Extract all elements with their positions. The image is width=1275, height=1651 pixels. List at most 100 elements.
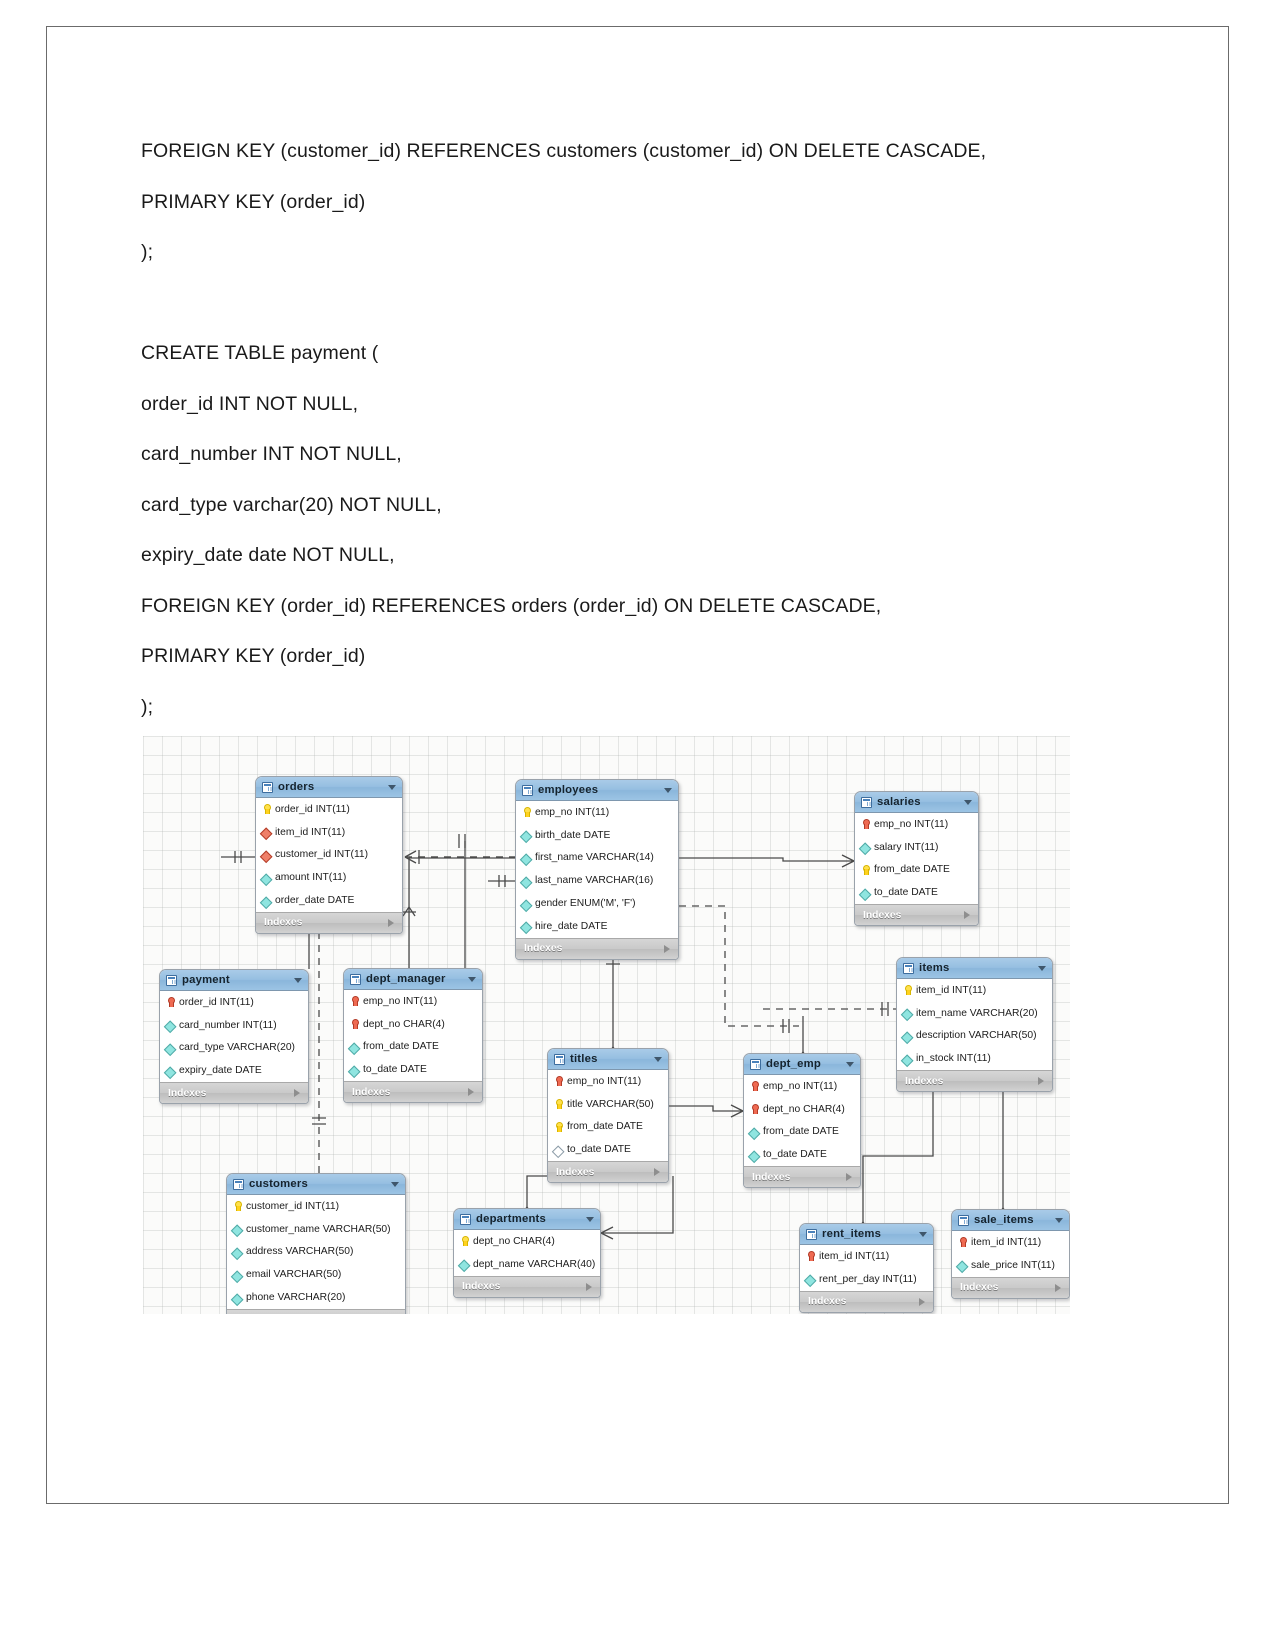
chevron-down-icon[interactable] bbox=[586, 1216, 594, 1222]
expand-right-icon[interactable] bbox=[964, 911, 970, 920]
er-table-header[interactable]: items bbox=[897, 958, 1052, 979]
er-field-row[interactable]: dept_no CHAR(4) bbox=[344, 1013, 482, 1036]
expand-right-icon[interactable] bbox=[388, 918, 394, 927]
er-diagram-canvas[interactable]: orders order_id INT(11) item_id INT(11) cus… bbox=[143, 736, 1070, 1314]
er-field-row[interactable]: order_id INT(11) bbox=[160, 991, 308, 1014]
er-table-header[interactable]: customers bbox=[227, 1174, 405, 1195]
er-field-row[interactable]: last_name VARCHAR(16) bbox=[516, 869, 678, 892]
er-field-row[interactable]: emp_no INT(11) bbox=[516, 801, 678, 824]
er-field-row[interactable]: from_date DATE bbox=[744, 1121, 860, 1144]
er-table-header[interactable]: titles bbox=[548, 1049, 668, 1070]
expand-right-icon[interactable] bbox=[919, 1297, 925, 1306]
er-field-row[interactable]: in_stock INT(11) bbox=[897, 1047, 1052, 1070]
er-field-row[interactable]: from_date DATE bbox=[344, 1036, 482, 1059]
er-field-row[interactable]: sale_price INT(11) bbox=[952, 1254, 1069, 1277]
expand-right-icon[interactable] bbox=[468, 1088, 474, 1097]
er-field-row[interactable]: rent_per_day INT(11) bbox=[800, 1268, 933, 1291]
er-table-indexes-section[interactable]: Indexes bbox=[344, 1081, 482, 1103]
chevron-down-icon[interactable] bbox=[1055, 1217, 1063, 1223]
er-table-header[interactable]: employees bbox=[516, 780, 678, 801]
er-field-row[interactable]: address VARCHAR(50) bbox=[227, 1241, 405, 1264]
er-field-row[interactable]: email VARCHAR(50) bbox=[227, 1263, 405, 1286]
er-field-row[interactable]: order_date DATE bbox=[256, 889, 402, 912]
er-table-items[interactable]: items item_id INT(11) item_name VARCHAR(20… bbox=[896, 957, 1053, 1093]
chevron-down-icon[interactable] bbox=[664, 787, 672, 793]
er-table-indexes-section[interactable]: Indexes bbox=[256, 911, 402, 933]
er-table-indexes-section[interactable]: Indexes bbox=[952, 1276, 1069, 1298]
er-field-row[interactable]: phone VARCHAR(20) bbox=[227, 1286, 405, 1309]
er-field-row[interactable]: dept_no CHAR(4) bbox=[454, 1230, 600, 1253]
chevron-down-icon[interactable] bbox=[654, 1056, 662, 1062]
er-field-row[interactable]: dept_no CHAR(4) bbox=[744, 1098, 860, 1121]
er-table-sale_items[interactable]: sale_items item_id INT(11) sale_price INT(… bbox=[951, 1209, 1070, 1299]
er-table-indexes-section[interactable]: Indexes bbox=[744, 1166, 860, 1188]
er-field-row[interactable]: item_id INT(11) bbox=[952, 1231, 1069, 1254]
er-field-row[interactable]: amount INT(11) bbox=[256, 866, 402, 889]
er-table-customers[interactable]: customers customer_id INT(11) customer_nam… bbox=[226, 1173, 406, 1314]
er-table-indexes-section[interactable]: Indexes bbox=[800, 1290, 933, 1312]
er-field-row[interactable]: order_id INT(11) bbox=[256, 798, 402, 821]
er-field-row[interactable]: birth_date DATE bbox=[516, 824, 678, 847]
chevron-down-icon[interactable] bbox=[391, 1181, 399, 1187]
er-table-employees[interactable]: employees emp_no INT(11) birth_date DATE fi… bbox=[515, 779, 679, 960]
er-field-row[interactable]: emp_no INT(11) bbox=[855, 813, 978, 836]
er-field-row[interactable]: description VARCHAR(50) bbox=[897, 1025, 1052, 1048]
er-table-indexes-section[interactable]: Indexes bbox=[516, 937, 678, 959]
er-field-row[interactable]: emp_no INT(11) bbox=[548, 1070, 668, 1093]
er-field-row[interactable]: card_type VARCHAR(20) bbox=[160, 1037, 308, 1060]
er-field-row[interactable]: emp_no INT(11) bbox=[744, 1075, 860, 1098]
er-field-row[interactable]: item_id INT(11) bbox=[897, 979, 1052, 1002]
expand-right-icon[interactable] bbox=[846, 1173, 852, 1182]
er-table-rent_items[interactable]: rent_items item_id INT(11) rent_per_day IN… bbox=[799, 1223, 934, 1313]
expand-right-icon[interactable] bbox=[294, 1089, 300, 1098]
er-table-header[interactable]: dept_emp bbox=[744, 1054, 860, 1075]
er-field-row[interactable]: item_id INT(11) bbox=[256, 821, 402, 844]
expand-right-icon[interactable] bbox=[664, 944, 670, 953]
er-table-dept_emp[interactable]: dept_emp emp_no INT(11) dept_no CHAR(4) fro… bbox=[743, 1053, 861, 1189]
er-table-header[interactable]: sale_items bbox=[952, 1210, 1069, 1231]
er-field-row[interactable]: salary INT(11) bbox=[855, 836, 978, 859]
er-field-row[interactable]: to_date DATE bbox=[744, 1143, 860, 1166]
er-table-indexes-section[interactable]: Indexes bbox=[454, 1275, 600, 1297]
er-field-row[interactable]: hire_date DATE bbox=[516, 915, 678, 938]
er-field-row[interactable]: emp_no INT(11) bbox=[344, 990, 482, 1013]
er-table-indexes-section[interactable]: Indexes bbox=[855, 904, 978, 926]
expand-right-icon[interactable] bbox=[1055, 1283, 1061, 1292]
expand-right-icon[interactable] bbox=[586, 1282, 592, 1291]
chevron-down-icon[interactable] bbox=[964, 799, 972, 805]
er-field-row[interactable]: to_date DATE bbox=[344, 1058, 482, 1081]
er-field-row[interactable]: gender ENUM('M', 'F') bbox=[516, 892, 678, 915]
er-table-indexes-section[interactable]: Indexes bbox=[897, 1070, 1052, 1092]
er-field-row[interactable]: title VARCHAR(50) bbox=[548, 1093, 668, 1116]
er-field-row[interactable]: expiry_date DATE bbox=[160, 1059, 308, 1082]
er-table-indexes-section[interactable]: Indexes bbox=[227, 1308, 405, 1314]
er-field-row[interactable]: first_name VARCHAR(14) bbox=[516, 847, 678, 870]
er-table-salaries[interactable]: salaries emp_no INT(11) salary INT(11) from… bbox=[854, 791, 979, 927]
er-field-row[interactable]: item_id INT(11) bbox=[800, 1245, 933, 1268]
er-table-departments[interactable]: departments dept_no CHAR(4) dept_name VARC… bbox=[453, 1208, 601, 1298]
er-table-orders[interactable]: orders order_id INT(11) item_id INT(11) cus… bbox=[255, 776, 403, 934]
chevron-down-icon[interactable] bbox=[846, 1061, 854, 1067]
chevron-down-icon[interactable] bbox=[294, 977, 302, 983]
er-table-header[interactable]: salaries bbox=[855, 792, 978, 813]
er-field-row[interactable]: customer_id INT(11) bbox=[227, 1195, 405, 1218]
chevron-down-icon[interactable] bbox=[468, 976, 476, 982]
chevron-down-icon[interactable] bbox=[1038, 965, 1046, 971]
er-table-indexes-section[interactable]: Indexes bbox=[548, 1161, 668, 1183]
er-field-row[interactable]: dept_name VARCHAR(40) bbox=[454, 1253, 600, 1276]
chevron-down-icon[interactable] bbox=[919, 1231, 927, 1237]
er-field-row[interactable]: from_date DATE bbox=[855, 859, 978, 882]
expand-right-icon[interactable] bbox=[1038, 1077, 1044, 1086]
er-table-titles[interactable]: titles emp_no INT(11) title VARCHAR(50) fro… bbox=[547, 1048, 669, 1184]
er-field-row[interactable]: customer_name VARCHAR(50) bbox=[227, 1218, 405, 1241]
er-field-row[interactable]: from_date DATE bbox=[548, 1116, 668, 1139]
er-field-row[interactable]: card_number INT(11) bbox=[160, 1014, 308, 1037]
er-table-header[interactable]: orders bbox=[256, 777, 402, 798]
er-field-row[interactable]: customer_id INT(11) bbox=[256, 844, 402, 867]
er-table-payment[interactable]: payment order_id INT(11) card_number INT(1… bbox=[159, 969, 309, 1105]
er-field-row[interactable]: to_date DATE bbox=[855, 881, 978, 904]
er-field-row[interactable]: item_name VARCHAR(20) bbox=[897, 1002, 1052, 1025]
expand-right-icon[interactable] bbox=[654, 1168, 660, 1177]
er-table-header[interactable]: departments bbox=[454, 1209, 600, 1230]
er-table-header[interactable]: rent_items bbox=[800, 1224, 933, 1245]
